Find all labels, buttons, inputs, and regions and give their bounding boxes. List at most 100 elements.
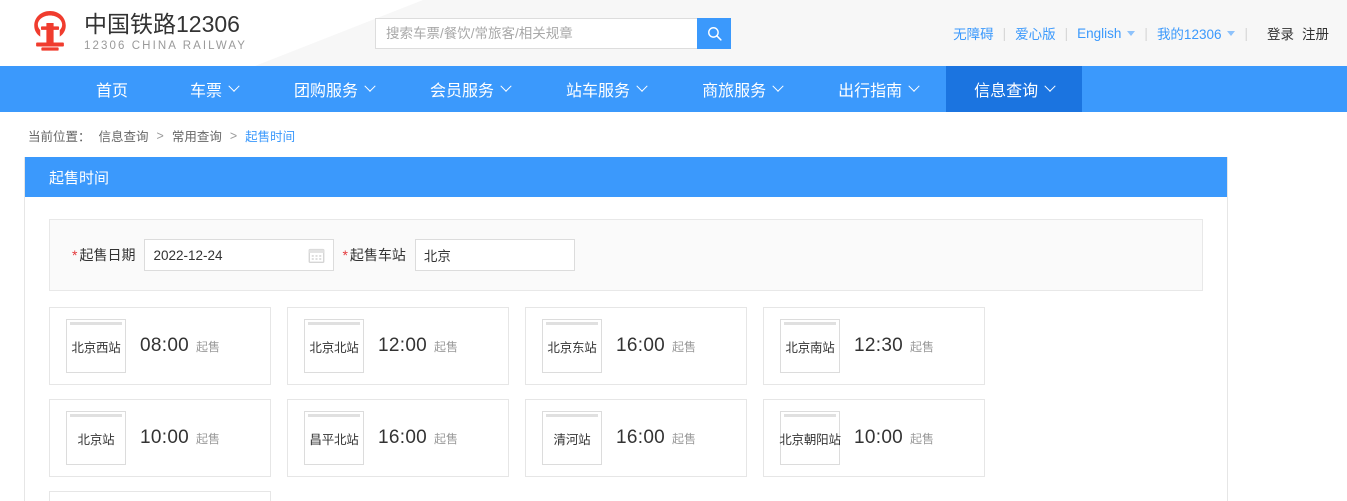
station-name: 昌平北站 bbox=[309, 434, 358, 447]
railway-emblem-icon bbox=[26, 8, 74, 56]
station-name: 北京西站 bbox=[71, 342, 120, 355]
station-ticket: 昌平北站 bbox=[304, 411, 364, 465]
breadcrumb-item-sale-time[interactable]: 起售时间 bbox=[245, 126, 295, 145]
result-card[interactable]: 北京北站 12:00 起售 bbox=[287, 307, 509, 385]
sale-date-label-text: 起售日期 bbox=[79, 247, 135, 263]
link-my12306[interactable]: 我的12306 bbox=[1157, 23, 1222, 43]
search-input[interactable] bbox=[375, 18, 697, 49]
link-separator: | bbox=[1003, 26, 1007, 41]
breadcrumb-arrow: > bbox=[230, 129, 237, 143]
link-accessibility[interactable]: 无障碍 bbox=[953, 23, 994, 43]
nav-label: 首页 bbox=[96, 77, 128, 101]
chevron-down-icon bbox=[636, 81, 647, 92]
sale-time: 12:30 起售 bbox=[854, 335, 934, 357]
sale-time-suffix: 起售 bbox=[196, 430, 220, 447]
sale-time: 16:00 起售 bbox=[616, 427, 696, 449]
search-button[interactable] bbox=[697, 18, 731, 49]
sale-time-suffix: 起售 bbox=[196, 338, 220, 355]
sale-time-value: 16:00 bbox=[616, 427, 665, 449]
result-card[interactable]: 北京站 10:00 起售 bbox=[49, 399, 271, 477]
panel-title: 起售时间 bbox=[49, 167, 109, 188]
logo-title-zh: 中国铁路12306 bbox=[84, 10, 247, 38]
sale-time: 12:00 起售 bbox=[378, 335, 458, 357]
result-card[interactable]: 北京东站 16:00 起售 bbox=[525, 307, 747, 385]
link-separator: | bbox=[1244, 26, 1248, 41]
nav-item-group-purchase[interactable]: 团购服务 bbox=[266, 66, 402, 112]
sale-time-value: 16:00 bbox=[616, 335, 665, 357]
site-logo[interactable]: 中国铁路12306 12306 CHINA RAILWAY bbox=[26, 8, 247, 56]
sale-time: 10:00 起售 bbox=[854, 427, 934, 449]
chevron-down-icon bbox=[772, 81, 783, 92]
link-care-version[interactable]: 爱心版 bbox=[1015, 23, 1056, 43]
station-ticket: 清河站 bbox=[542, 411, 602, 465]
sale-time-suffix: 起售 bbox=[672, 430, 696, 447]
sale-time-suffix: 起售 bbox=[434, 338, 458, 355]
sale-station-label-text: 起售车站 bbox=[350, 247, 406, 263]
station-ticket: 北京北站 bbox=[304, 319, 364, 373]
nav-item-tickets[interactable]: 车票 bbox=[162, 66, 266, 112]
sale-time: 08:00 起售 bbox=[140, 335, 220, 357]
breadcrumb-arrow: > bbox=[157, 129, 164, 143]
sale-time: 16:00 起售 bbox=[616, 335, 696, 357]
sale-time: 10:00 起售 bbox=[140, 427, 220, 449]
nav-item-station-services[interactable]: 站车服务 bbox=[538, 66, 674, 112]
logo-title-en: 12306 CHINA RAILWAY bbox=[84, 39, 247, 54]
nav-item-information-query[interactable]: 信息查询 bbox=[946, 66, 1082, 112]
panel-body: *起售日期 2022-12-24 *起售车站 bbox=[25, 197, 1227, 501]
chevron-down-icon bbox=[364, 81, 375, 92]
station-name: 北京北站 bbox=[309, 342, 358, 355]
sale-station-input[interactable]: 北京 bbox=[415, 239, 575, 271]
sale-time-suffix: 起售 bbox=[910, 430, 934, 447]
sale-date-input[interactable]: 2022-12-24 bbox=[144, 239, 334, 271]
nav-label: 团购服务 bbox=[294, 77, 358, 101]
link-language-group[interactable]: English bbox=[1077, 26, 1135, 41]
sale-time-suffix: 起售 bbox=[672, 338, 696, 355]
nav-label: 会员服务 bbox=[430, 77, 494, 101]
nav-item-home[interactable]: 首页 bbox=[62, 66, 162, 112]
sale-time-value: 08:00 bbox=[140, 335, 189, 357]
nav-item-business-travel[interactable]: 商旅服务 bbox=[674, 66, 810, 112]
chevron-down-icon bbox=[500, 81, 511, 92]
breadcrumb-item-information-query[interactable]: 信息查询 bbox=[99, 126, 149, 145]
search-bar bbox=[375, 18, 731, 49]
required-mark: * bbox=[72, 247, 77, 263]
sale-date-label: *起售日期 bbox=[72, 245, 135, 265]
main-navigation: 首页 车票 团购服务 会员服务 站车服务 商旅服务 出行指南 信息查询 bbox=[0, 66, 1347, 112]
search-icon bbox=[706, 25, 723, 42]
result-card[interactable]: 昌平北站 16:00 起售 bbox=[287, 399, 509, 477]
result-card[interactable]: 北京西站 08:00 起售 bbox=[49, 307, 271, 385]
link-my12306-group[interactable]: 我的12306 bbox=[1157, 23, 1236, 43]
link-accessibility-group[interactable]: 无障碍 bbox=[953, 23, 994, 43]
chevron-down-icon bbox=[1127, 31, 1135, 36]
station-name: 北京东站 bbox=[547, 342, 596, 355]
station-ticket: 北京西站 bbox=[66, 319, 126, 373]
result-card[interactable]: 清河站 16:00 起售 bbox=[525, 399, 747, 477]
breadcrumb: 当前位置： 信息查询 > 常用查询 > 起售时间 bbox=[0, 112, 1347, 157]
results-grid: 北京西站 08:00 起售 北京北站 12:00 起售 北京东站 16:00 起… bbox=[49, 291, 1203, 501]
result-card[interactable]: 北京南站 12:30 起售 bbox=[763, 307, 985, 385]
calendar-icon[interactable] bbox=[308, 247, 325, 264]
sale-date-value: 2022-12-24 bbox=[153, 248, 222, 263]
link-separator: | bbox=[1065, 26, 1069, 41]
nav-item-travel-guide[interactable]: 出行指南 bbox=[810, 66, 946, 112]
link-separator: | bbox=[1144, 26, 1148, 41]
station-ticket: 北京东站 bbox=[542, 319, 602, 373]
station-name: 北京朝阳站 bbox=[779, 434, 841, 447]
result-card[interactable]: 北京丰台站 08:00 起售 bbox=[49, 491, 271, 501]
link-language[interactable]: English bbox=[1077, 26, 1121, 41]
breadcrumb-item-common-query[interactable]: 常用查询 bbox=[172, 126, 222, 145]
register-link[interactable]: 注册 bbox=[1302, 23, 1329, 43]
login-link[interactable]: 登录 bbox=[1267, 23, 1294, 43]
nav-label: 站车服务 bbox=[566, 77, 630, 101]
station-ticket: 北京朝阳站 bbox=[780, 411, 840, 465]
sale-time: 16:00 起售 bbox=[378, 427, 458, 449]
station-name: 清河站 bbox=[554, 434, 591, 447]
result-card[interactable]: 北京朝阳站 10:00 起售 bbox=[763, 399, 985, 477]
link-care-version-group[interactable]: 爱心版 bbox=[1015, 23, 1056, 43]
sale-time-value: 10:00 bbox=[854, 427, 903, 449]
sale-station-label: *起售车站 bbox=[342, 245, 405, 265]
query-form: *起售日期 2022-12-24 *起售车站 bbox=[49, 219, 1203, 291]
sale-time-panel: 起售时间 *起售日期 2022-12-24 bbox=[24, 157, 1228, 501]
sale-time-suffix: 起售 bbox=[910, 338, 934, 355]
nav-item-member-services[interactable]: 会员服务 bbox=[402, 66, 538, 112]
